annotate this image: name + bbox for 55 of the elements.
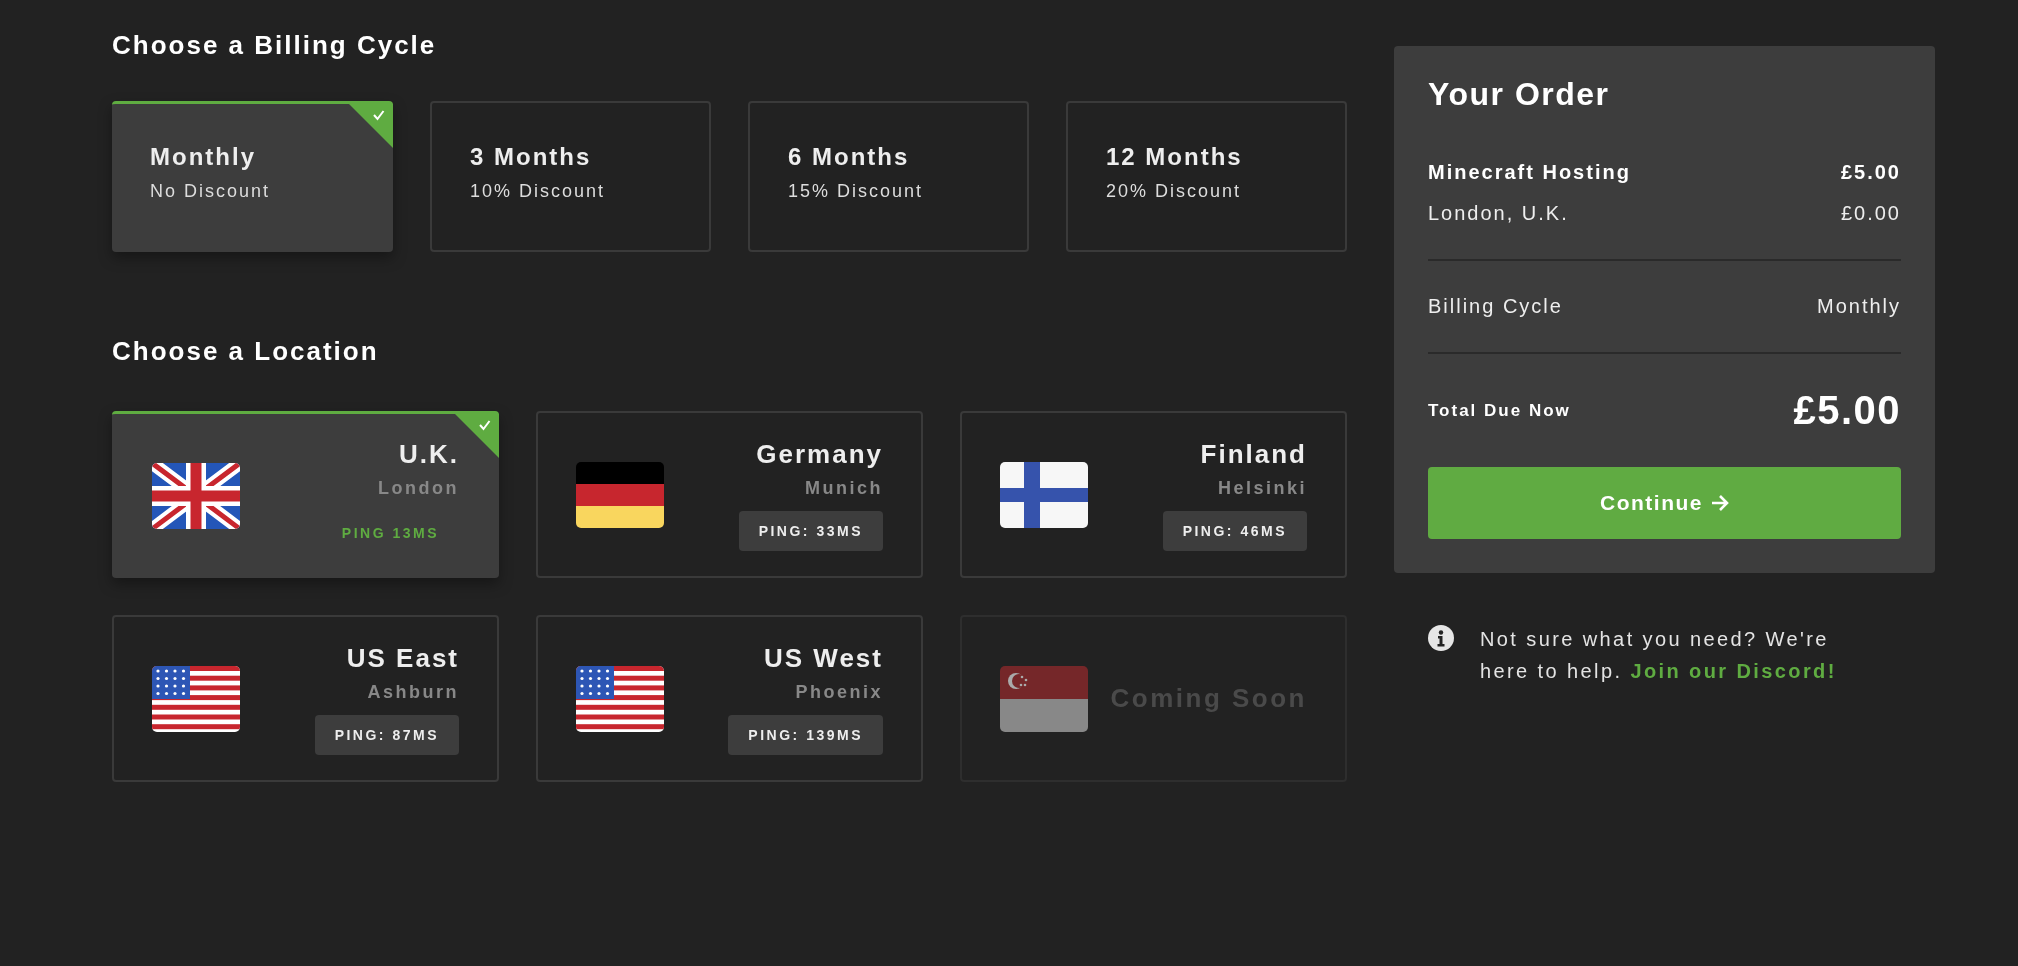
billing-option-discount: 20% Discount: [1106, 181, 1243, 202]
billing-cycle-value: Monthly: [1816, 295, 1901, 318]
flag-icon: [1000, 665, 1088, 732]
flag-icon: [576, 665, 664, 732]
location-country: U.K.: [399, 439, 459, 470]
location-country: Finland: [1200, 438, 1307, 470]
location-option[interactable]: Germany Munich PING: 33MS: [536, 411, 923, 578]
location-city: Ashburn: [367, 681, 459, 703]
location-city: Helsinki: [1217, 477, 1307, 499]
flag-icon: [576, 461, 664, 528]
discord-link[interactable]: Join our Discord!: [1630, 660, 1837, 682]
location-option[interactable]: US West Phoenix PING: 139MS: [536, 615, 923, 782]
location-country: US West: [764, 642, 883, 674]
check-corner-icon: [455, 414, 499, 458]
ping-label: PING: 46MS: [1162, 510, 1307, 551]
location-city: Munich: [805, 477, 883, 499]
location-option[interactable]: US East Ashburn PING: 87MS: [112, 615, 499, 782]
ping-label: PING: 33MS: [738, 510, 883, 551]
order-line-amount: £5.00: [1840, 161, 1901, 184]
arrow-right-icon: [1711, 495, 1729, 511]
billing-option-discount: No Discount: [150, 181, 272, 202]
location-city: London: [378, 478, 459, 499]
ping-label: PING: 139MS: [728, 714, 883, 755]
billing-option-name: 12 Months: [1106, 143, 1244, 171]
total-label: Total Due Now: [1428, 400, 1571, 421]
section-heading: Choose a Billing Cycle: [112, 30, 438, 61]
billing-option-discount: 10% Discount: [470, 181, 607, 202]
billing-option[interactable]: 3 Months 10% Discount: [430, 101, 711, 252]
billing-cycle-label: Billing Cycle: [1428, 295, 1563, 318]
billing-option[interactable]: 6 Months 15% Discount: [748, 101, 1029, 252]
order-line-amount: £0.00: [1840, 202, 1901, 225]
order-line-label: London, U.K.: [1428, 202, 1569, 225]
billing-option[interactable]: 12 Months 20% Discount: [1066, 101, 1347, 252]
check-corner-icon: [349, 104, 393, 148]
billing-option-discount: 15% Discount: [788, 181, 925, 202]
flag-icon: [152, 463, 240, 529]
location-country: US East: [346, 642, 459, 674]
location-country: Germany: [756, 438, 883, 470]
help-text: Not sure what you need? We're here to help. Join our Discord!: [1480, 627, 1838, 684]
order-line-label: Minecraft Hosting: [1428, 161, 1631, 184]
billing-option-name: Monthly: [150, 143, 257, 171]
location-option[interactable]: Finland Helsinki PING: 46MS: [960, 411, 1347, 578]
location-city: Phoenix: [795, 681, 883, 703]
order-title: Your Order: [1428, 76, 1611, 113]
total-amount: £5.00: [1793, 388, 1901, 433]
section-heading: Choose a Location: [112, 336, 380, 367]
billing-option-name: 6 Months: [788, 143, 911, 171]
flag-icon: [1000, 461, 1088, 528]
billing-option[interactable]: Monthly No Discount: [112, 101, 393, 252]
info-icon: [1428, 625, 1454, 651]
ping-label: PING 13MS: [340, 524, 440, 543]
flag-icon: [152, 665, 240, 732]
location-option[interactable]: U.K. London PING 13MS: [112, 411, 499, 578]
billing-option-name: 3 Months: [470, 143, 593, 171]
ping-label: PING: 87MS: [314, 714, 459, 755]
